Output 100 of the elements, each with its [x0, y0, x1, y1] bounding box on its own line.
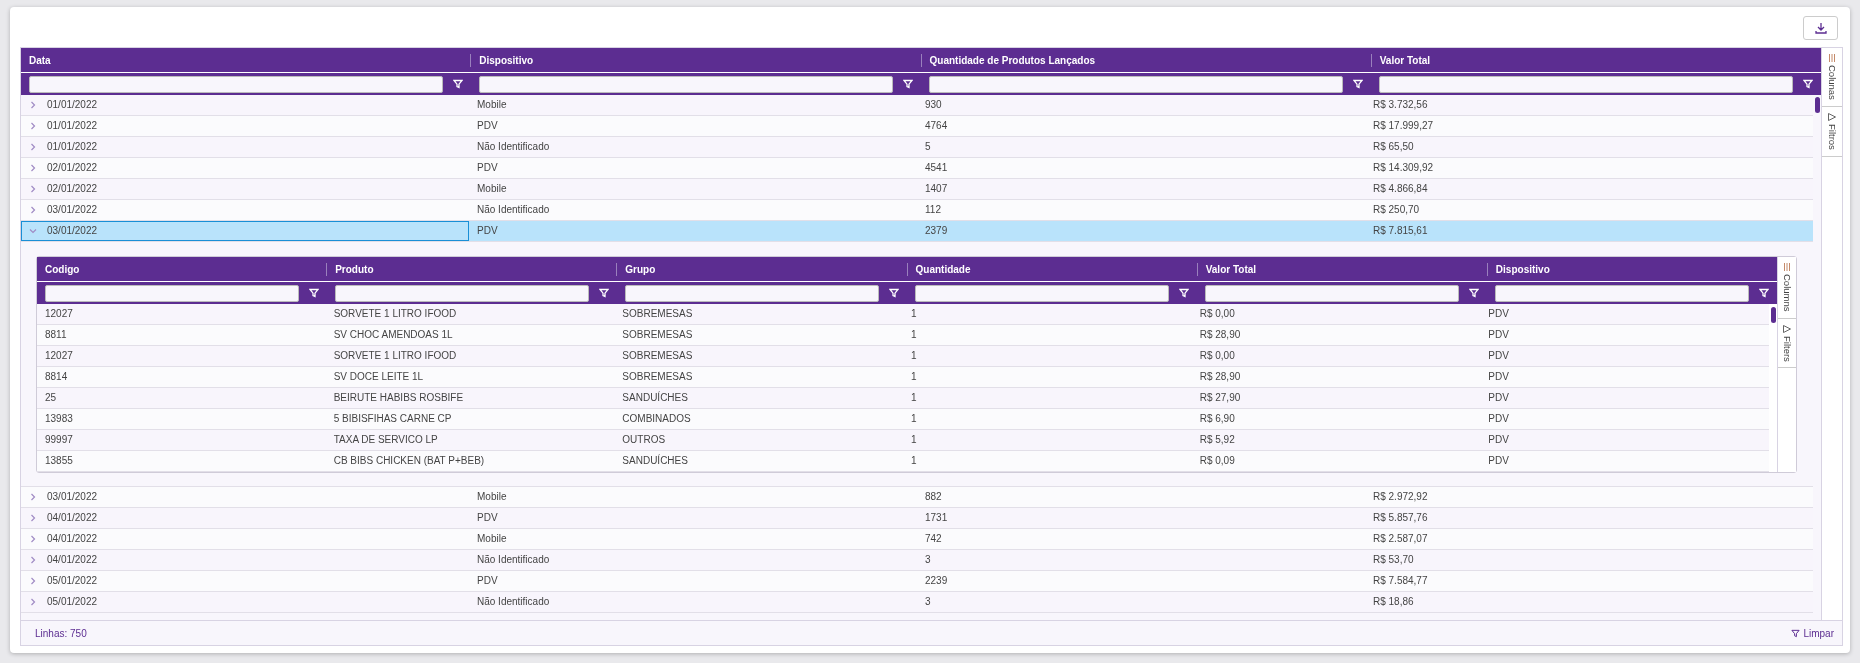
clear-filters-button[interactable]: Limpar	[1791, 627, 1834, 639]
table-cell: 04/01/2022	[47, 533, 98, 545]
filter-input[interactable]	[479, 75, 893, 93]
table-cell: Não Identificado	[477, 554, 550, 566]
table-cell: SOBREMESAS	[622, 350, 693, 362]
table-cell: R$ 5.857,76	[1373, 512, 1428, 524]
table-cell: Mobile	[477, 183, 507, 195]
table-cell: COMBINADOS	[622, 413, 691, 425]
table-cell: Não Identificado	[477, 596, 550, 608]
table-cell: 1	[911, 308, 917, 320]
table-cell: 5	[925, 141, 931, 153]
column-header[interactable]: Produto	[326, 262, 617, 276]
table-cell: 742	[925, 533, 942, 545]
filter-input[interactable]	[929, 75, 1343, 93]
table-cell: R$ 17.999,27	[1373, 120, 1434, 132]
table-cell: 12027	[45, 308, 73, 320]
table-cell: 1407	[925, 183, 948, 195]
table-cell: R$ 6,90	[1199, 413, 1235, 425]
table-cell: 1	[911, 434, 917, 446]
table-cell: R$ 18,86	[1373, 596, 1414, 608]
table-cell: SANDUÍCHES	[622, 455, 688, 467]
table-cell: Não Identificado	[477, 204, 550, 216]
table-row[interactable]: 03/01/2022 Mobile 882 R$ 2.972,92	[21, 487, 1813, 508]
table-cell: 882	[925, 491, 942, 503]
side-tab[interactable]: Columns	[1778, 257, 1796, 319]
table-cell: R$ 27,90	[1199, 392, 1241, 404]
table-cell: 930	[925, 99, 942, 111]
table-row[interactable]: 02/01/2022 PDV 4541 R$ 14.309,92	[21, 158, 1813, 179]
table-row[interactable]: 04/01/2022 Mobile 742 R$ 2.587,07	[21, 529, 1813, 550]
table-cell: PDV	[1488, 413, 1509, 425]
table-cell: 04/01/2022	[47, 512, 98, 524]
table-cell: Mobile	[477, 99, 507, 111]
table-cell: SORVETE 1 LITRO IFOOD	[333, 350, 457, 362]
table-cell: R$ 53,70	[1373, 554, 1414, 566]
table-cell: 01/01/2022	[47, 141, 98, 153]
table-cell: 1	[911, 329, 917, 341]
table-cell: 1	[911, 350, 917, 362]
table-cell: 25	[45, 392, 57, 404]
table-cell: 02/01/2022	[47, 183, 98, 195]
side-tab[interactable]: Filtros	[1822, 106, 1842, 157]
filter-input[interactable]	[335, 284, 589, 302]
filter-input[interactable]	[45, 284, 299, 302]
table-cell: BEIRUTE HABIBS ROSBIFE	[333, 392, 464, 404]
table-cell: 3	[925, 596, 931, 608]
table-cell: PDV	[477, 162, 498, 174]
column-header[interactable]: Dispositivo	[470, 53, 921, 67]
table-cell: R$ 2.972,92	[1373, 491, 1428, 503]
table-cell: 4764	[925, 120, 948, 132]
column-header[interactable]: Quantidade de Produtos Lançados	[920, 53, 1371, 67]
table-cell: 112	[925, 204, 941, 216]
column-header[interactable]: Data	[21, 53, 471, 67]
table-cell: PDV	[477, 512, 498, 524]
row-count: Linhas: 750	[35, 627, 87, 639]
table-row[interactable]: 03/01/2022 PDV 2379 R$ 7.815,61	[21, 221, 1813, 242]
filter-input[interactable]	[1379, 75, 1793, 93]
table-cell: SV DOCE LEITE 1L	[333, 371, 424, 383]
table-cell: Mobile	[477, 533, 507, 545]
table-cell: PDV	[1488, 392, 1509, 404]
filter-input[interactable]	[625, 284, 879, 302]
side-tab[interactable]: Filters	[1778, 318, 1796, 369]
download-button[interactable]	[1803, 16, 1838, 40]
column-header[interactable]: Quantidade	[906, 262, 1197, 276]
filter-input[interactable]	[1205, 284, 1459, 302]
table-cell: 04/01/2022	[47, 554, 98, 566]
table-cell: 03/01/2022	[47, 225, 98, 237]
scrollbar-thumb[interactable]	[1815, 97, 1820, 113]
table-cell: SV CHOC AMENDOAS 1L	[333, 329, 453, 341]
table-cell: 3	[925, 554, 931, 566]
column-header[interactable]: Codigo	[37, 262, 327, 276]
table-cell: SOBREMESAS	[622, 308, 693, 320]
table-cell: 2239	[925, 575, 948, 587]
download-icon	[1814, 22, 1827, 34]
table-cell: R$ 250,70	[1373, 204, 1420, 216]
columns-icon	[1828, 54, 1836, 62]
table-cell: OUTROS	[622, 434, 666, 446]
table-cell: R$ 0,00	[1199, 308, 1235, 320]
table-row[interactable]: 03/01/2022 Não Identificado 112 R$ 250,70	[21, 200, 1813, 221]
table-cell: PDV	[1488, 329, 1509, 341]
table-cell: 1	[911, 455, 917, 467]
side-tab[interactable]: Colunas	[1822, 48, 1842, 107]
filter-input[interactable]	[1495, 284, 1749, 302]
table-cell: CB BIBS CHICKEN (BAT P+BEB)	[333, 455, 485, 467]
table-cell: PDV	[1488, 371, 1509, 383]
table-cell: 12027	[45, 350, 73, 362]
filter-input[interactable]	[29, 75, 443, 93]
column-header[interactable]: Grupo	[616, 262, 907, 276]
table-cell: R$ 7.815,61	[1373, 225, 1428, 237]
table-row[interactable]: 01/01/2022 PDV 4764 R$ 17.999,27	[21, 116, 1813, 137]
table-cell: 05/01/2022	[47, 596, 98, 608]
table-cell: 13855	[45, 455, 73, 467]
table-cell: PDV	[1488, 350, 1509, 362]
table-cell: 02/01/2022	[47, 162, 98, 174]
table-cell: SANDUÍCHES	[622, 392, 688, 404]
filter-input[interactable]	[915, 284, 1169, 302]
table-cell: R$ 28,90	[1199, 329, 1241, 341]
scrollbar-thumb[interactable]	[1771, 307, 1776, 323]
table-cell: R$ 4.866,84	[1373, 183, 1428, 195]
column-header[interactable]: Valor Total	[1196, 262, 1487, 276]
table-row[interactable]: 05/01/2022 PDV 2239 R$ 7.584,77	[21, 571, 1813, 592]
table-cell: PDV	[477, 120, 498, 132]
